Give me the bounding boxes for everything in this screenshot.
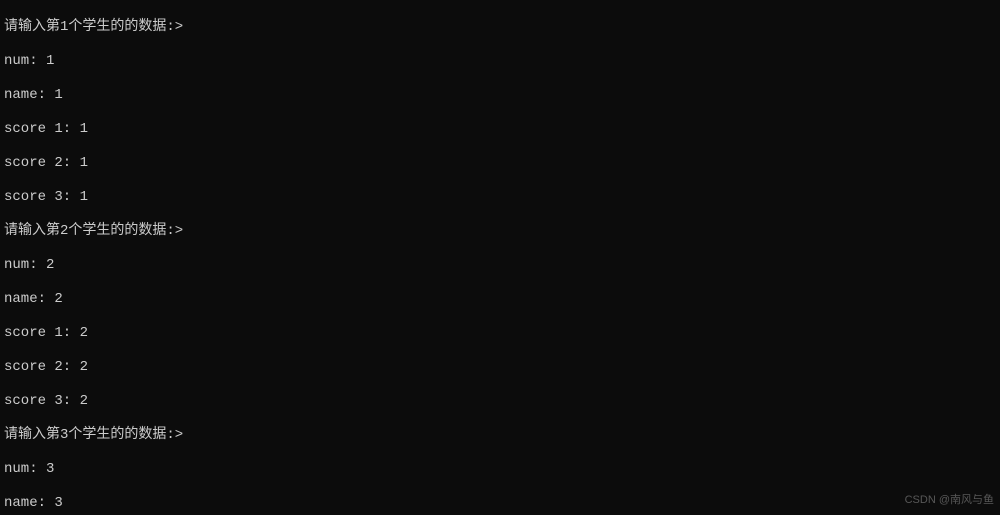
input-name-3: name: 3	[4, 495, 996, 512]
console-output[interactable]: 请输入第1个学生的的数据:> num: 1 name: 1 score 1: 1…	[0, 0, 1000, 515]
input-score2-2: score 2: 2	[4, 359, 996, 376]
input-name-2: name: 2	[4, 291, 996, 308]
input-score2-1: score 2: 1	[4, 155, 996, 172]
input-score3-2: score 3: 2	[4, 393, 996, 410]
input-score1-1: score 1: 1	[4, 121, 996, 138]
watermark-text: CSDN @南风与鱼	[905, 492, 994, 509]
prompt-student-3: 请输入第3个学生的的数据:>	[4, 427, 996, 444]
input-score1-2: score 1: 2	[4, 325, 996, 342]
input-num-2: num: 2	[4, 257, 996, 274]
input-name-1: name: 1	[4, 87, 996, 104]
prompt-student-1: 请输入第1个学生的的数据:>	[4, 19, 996, 36]
input-score3-1: score 3: 1	[4, 189, 996, 206]
input-num-3: num: 3	[4, 461, 996, 478]
prompt-student-2: 请输入第2个学生的的数据:>	[4, 223, 996, 240]
input-num-1: num: 1	[4, 53, 996, 70]
